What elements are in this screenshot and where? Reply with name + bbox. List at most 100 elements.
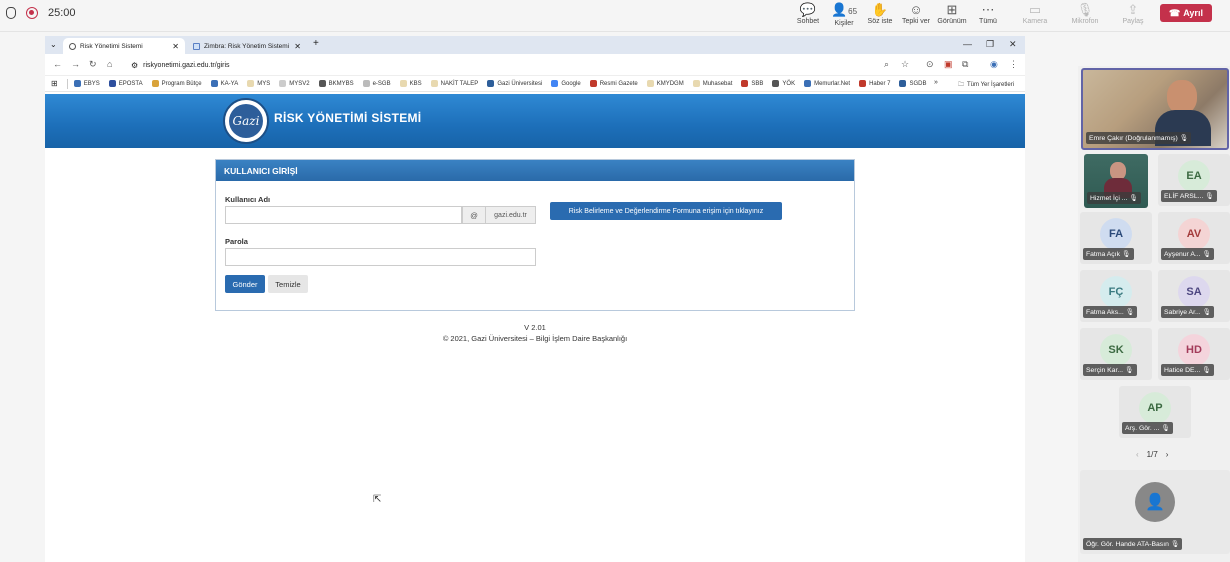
- bookmark-item[interactable]: KMYDGM: [646, 80, 684, 87]
- submit-button[interactable]: Gönder: [225, 275, 265, 293]
- next-page-icon[interactable]: ›: [1166, 450, 1169, 459]
- bookmark-favicon-icon: [279, 80, 287, 87]
- tab-zimbra[interactable]: Zimbra: Risk Yönetim Sistemi H ✕: [187, 38, 307, 54]
- share-icon: ⇪: [1127, 2, 1139, 17]
- grid-button[interactable]: ⊞ Görünüm: [934, 2, 970, 30]
- mic-off-button[interactable]: 🎙 Mikrofon: [1067, 2, 1103, 30]
- bookmark-item[interactable]: KA-YA: [210, 80, 238, 87]
- participant-name: Öğr. Gör. Hande ATA-Basın 🎙: [1083, 538, 1183, 550]
- version-text: V 2.01: [524, 323, 546, 332]
- reload-icon[interactable]: ↻: [89, 59, 97, 70]
- profile-icon[interactable]: ◉: [990, 59, 998, 70]
- close-tab-icon[interactable]: ✕: [294, 42, 301, 51]
- participant-tile[interactable]: Hizmet İçi ... 🎙: [1084, 154, 1148, 208]
- menu-kebab-icon[interactable]: ⋮: [1009, 59, 1018, 70]
- participant-tile[interactable]: HD Hatice DE... 🎙: [1158, 328, 1230, 380]
- bookmark-favicon-icon: [487, 80, 495, 87]
- pdf-extension-icon[interactable]: ▣: [944, 59, 953, 70]
- close-window-icon[interactable]: ✕: [1009, 39, 1017, 50]
- emoji-button[interactable]: ☺ Tepki ver: [898, 2, 934, 30]
- bookmark-item[interactable]: MYSV2: [279, 80, 310, 87]
- bookmark-item[interactable]: SBB: [741, 80, 763, 87]
- camera-off-icon: ▭: [1028, 2, 1042, 17]
- extensions-puzzle-icon[interactable]: ⧉: [962, 59, 968, 70]
- address-bar[interactable]: ⚙ riskyonetimi.gazi.edu.tr/giris: [123, 57, 903, 73]
- zoom-icon[interactable]: ⌕: [884, 59, 889, 70]
- participant-video-main[interactable]: Emre Çakır (Doğrulanmamış) 🎙: [1081, 68, 1229, 150]
- chat-button[interactable]: 💬 Sohbet: [790, 2, 826, 30]
- bookmark-item[interactable]: Memurlar.Net: [804, 80, 850, 87]
- extension-icon[interactable]: ⊙: [926, 59, 934, 70]
- bookmark-item[interactable]: EBYS: [73, 80, 100, 87]
- url-text[interactable]: riskyonetimi.gazi.edu.tr/giris: [143, 62, 229, 69]
- site-info-icon[interactable]: ⚙: [131, 61, 138, 70]
- bookmark-label: EPOSTA: [118, 80, 143, 87]
- bookmark-label: YÖK: [782, 80, 796, 87]
- bookmarks-bar: ⊞ EBYS EPOSTA Program Bütçe KA-YA MYS MYSV2 BK…: [45, 76, 1025, 92]
- camera-off-button[interactable]: ▭ Kamera: [1017, 2, 1053, 30]
- avatar: FÇ: [1100, 276, 1132, 309]
- participant-tile[interactable]: SA Sabriye Ar... 🎙: [1158, 270, 1230, 322]
- avatar: SA: [1178, 276, 1210, 309]
- bookmark-item[interactable]: e-SGB: [362, 80, 391, 87]
- participant-tile-hande[interactable]: 👤 Öğr. Gör. Hande ATA-Basın 🎙: [1080, 470, 1230, 554]
- participant-tile[interactable]: FA Fatma Açık 🎙: [1080, 212, 1152, 264]
- leave-button[interactable]: ☎ Ayrıl: [1160, 4, 1212, 22]
- participant-name: Hizmet İçi ... 🎙: [1087, 192, 1141, 204]
- participant-tile[interactable]: FÇ Fatma Aks... 🎙: [1080, 270, 1152, 322]
- bookmark-favicon-icon: [859, 80, 867, 87]
- close-tab-icon[interactable]: ✕: [172, 42, 179, 51]
- minimize-icon[interactable]: —: [963, 39, 972, 49]
- clear-button[interactable]: Temizle: [268, 275, 308, 293]
- forward-icon[interactable]: →: [71, 59, 80, 69]
- home-icon[interactable]: ⌂: [107, 59, 112, 69]
- default-avatar-icon: 👤: [1135, 482, 1175, 522]
- bookmark-item[interactable]: SGDB: [899, 80, 926, 87]
- bookmark-item[interactable]: KBS: [399, 80, 422, 87]
- more-button[interactable]: ⋯ Tümü: [970, 2, 1006, 30]
- bookmark-item[interactable]: NAKİT TALEP: [430, 80, 478, 87]
- people-button[interactable]: 👤65 Kişiler: [826, 2, 862, 30]
- bookmark-favicon-icon: [247, 80, 255, 87]
- bookmark-item[interactable]: EPOSTA: [108, 80, 143, 87]
- tab-risk-yonetimi[interactable]: Risk Yönetimi Sistemi ✕: [63, 38, 185, 54]
- raise-hand-icon: ✋: [871, 2, 889, 17]
- bookmark-item[interactable]: Gazi Üniversitesi: [487, 80, 542, 87]
- share-button[interactable]: ⇪ Paylaş: [1115, 2, 1151, 30]
- bookmarks-overflow-icon[interactable]: »: [934, 79, 938, 86]
- bookmark-item[interactable]: BKMYBS: [318, 80, 354, 87]
- restore-icon[interactable]: ❐: [986, 39, 994, 50]
- participant-tile[interactable]: EA ELİF ARSL... 🎙: [1158, 154, 1230, 206]
- meeting-timer: 25:00: [48, 7, 76, 19]
- bookmark-label: Gazi Üniversitesi: [497, 80, 543, 87]
- copyright-text: © 2021, Gazi Üniversitesi – Bilgi İşlem …: [442, 334, 628, 343]
- bookmark-item[interactable]: Google: [551, 80, 581, 87]
- new-tab-icon[interactable]: +: [313, 38, 319, 49]
- username-input[interactable]: [225, 206, 462, 224]
- back-icon[interactable]: ←: [53, 59, 62, 69]
- raise-hand-button[interactable]: ✋ Söz iste: [862, 2, 898, 30]
- participant-tile[interactable]: SK Serçin Kar... 🎙: [1080, 328, 1152, 380]
- all-bookmarks-folder[interactable]: 🗀 Tüm Yer İşaretleri: [958, 80, 1014, 90]
- risk-form-button[interactable]: Risk Belirleme ve Değerlendirme Formuna …: [550, 202, 782, 220]
- bookmark-item[interactable]: MYS: [247, 80, 270, 87]
- bookmark-item[interactable]: YÖK: [772, 80, 795, 87]
- bookmark-item[interactable]: Haber 7: [859, 80, 890, 87]
- participant-tile[interactable]: AP Arş. Gör. ... 🎙: [1119, 386, 1191, 438]
- participant-tile[interactable]: AV Ayşenur A... 🎙: [1158, 212, 1230, 264]
- bookmark-item[interactable]: Resmi Gazete: [589, 80, 638, 87]
- shield-icon[interactable]: [6, 7, 16, 19]
- bookmark-item[interactable]: Muhasebat: [692, 80, 732, 87]
- bookmark-favicon-icon: [646, 80, 654, 87]
- prev-page-icon[interactable]: ‹: [1136, 450, 1139, 459]
- password-label: Parola: [225, 237, 248, 246]
- password-input[interactable]: [225, 248, 536, 266]
- emoji-icon: ☺: [909, 2, 923, 17]
- gazi-university-logo: Gazi: [223, 98, 269, 144]
- tab-search-icon[interactable]: ⌄: [50, 40, 57, 49]
- bookmark-item[interactable]: Program Bütçe: [151, 80, 202, 87]
- email-domain: gazi.edu.tr: [486, 206, 536, 224]
- bookmark-star-icon[interactable]: ☆: [901, 59, 909, 70]
- bookmark-label: Haber 7: [869, 80, 891, 87]
- apps-grid-icon[interactable]: ⊞: [51, 79, 58, 88]
